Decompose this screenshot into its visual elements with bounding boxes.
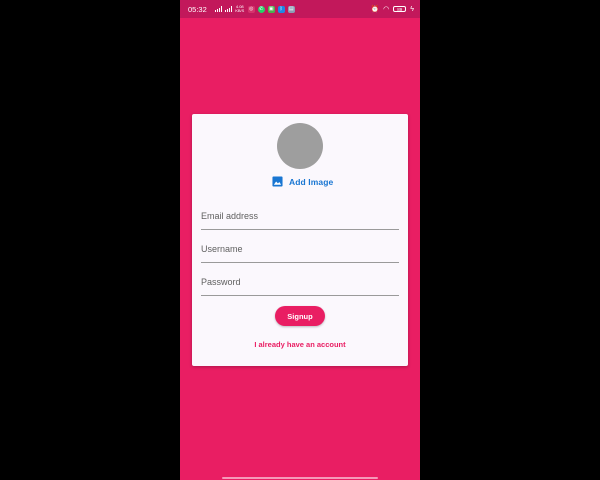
avatar[interactable] xyxy=(277,123,323,169)
battery-icon: 89 xyxy=(393,6,407,12)
signal-icon xyxy=(224,6,232,12)
network-speed: 4.08 KB/S xyxy=(235,4,245,13)
image-icon xyxy=(272,176,283,187)
whatsapp-icon: ✆ xyxy=(257,5,265,13)
signup-button[interactable]: Signup xyxy=(275,306,325,326)
alarm-icon: ⏰ xyxy=(370,6,380,13)
email-field xyxy=(201,206,399,230)
status-bar: 05:32 4.08 KB/S ◎ ✆ ▣ ᛒ ▤ ⏰ ◠ 89 ϟ xyxy=(180,0,420,18)
username-input[interactable] xyxy=(201,241,399,257)
status-time: 05:32 xyxy=(188,4,207,14)
password-field xyxy=(201,272,399,296)
password-input[interactable] xyxy=(201,274,399,290)
add-image-label: Add Image xyxy=(289,176,334,187)
bluetooth-icon: ᛒ xyxy=(277,5,285,13)
login-link[interactable]: I already have an account xyxy=(192,340,408,349)
photos-icon: ▤ xyxy=(287,5,295,13)
instagram-icon: ◎ xyxy=(247,5,255,13)
phone-screen: 05:32 4.08 KB/S ◎ ✆ ▣ ᛒ ▤ ⏰ ◠ 89 ϟ Add I… xyxy=(180,0,420,480)
charging-icon: ϟ xyxy=(410,5,414,13)
add-image-button[interactable]: Add Image xyxy=(272,176,333,187)
home-indicator[interactable] xyxy=(222,477,378,479)
gallery-icon: ▣ xyxy=(267,5,275,13)
status-indicators: 4.08 KB/S ◎ ✆ ▣ ᛒ ▤ xyxy=(214,4,295,13)
username-field xyxy=(201,239,399,263)
wifi-icon: ◠ xyxy=(383,6,390,13)
status-system-icons: ⏰ ◠ 89 ϟ xyxy=(370,5,414,14)
signup-card: Add Image Signup I already have an accou… xyxy=(192,114,408,366)
email-input[interactable] xyxy=(201,208,399,224)
signal-icon xyxy=(214,6,222,12)
